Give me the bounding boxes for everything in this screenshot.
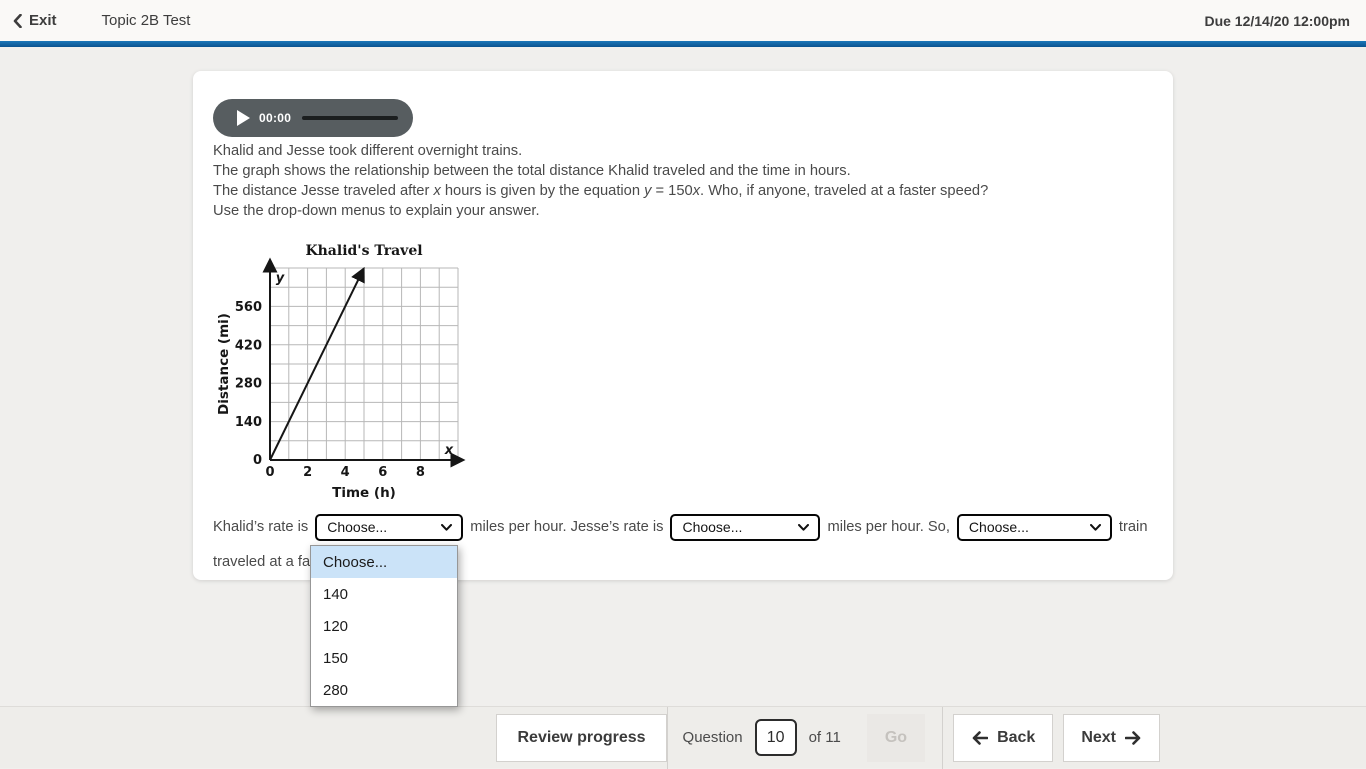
answer-sentence-line1: Khalid’s rate is Choose... miles per hou…	[213, 512, 1148, 542]
sentence-part1: Khalid’s rate is	[213, 519, 309, 535]
due-date: Due 12/14/20 12:00pm	[1204, 12, 1350, 29]
bottom-toolbar: Review progress Question of 11 Go Back N…	[0, 706, 1366, 769]
accent-bar	[0, 41, 1366, 47]
khalid-rate-select-value: Choose...	[327, 519, 388, 535]
back-label: Back	[997, 728, 1036, 746]
question-text-line: The graph shows the relationship between…	[213, 163, 851, 179]
sentence-part2: miles per hour. Jesse’s rate is	[470, 519, 664, 535]
answer-sentence-line2: traveled at a fa	[213, 554, 311, 570]
khalids-travel-graph: Khalid's Travel Time (h) Distance (mi) 0 2 4 6…	[216, 243, 466, 501]
svg-text:0: 0	[253, 453, 262, 468]
question-navigator: Question of 11 Go	[666, 706, 944, 769]
audio-elapsed-time: 00:00	[259, 111, 292, 125]
svg-text:6: 6	[378, 465, 387, 480]
sentence-part3: miles per hour. So,	[827, 519, 950, 535]
dropdown-option[interactable]: 140	[311, 578, 457, 610]
svg-text:x: x	[444, 443, 454, 458]
svg-text:140: 140	[235, 415, 262, 430]
question-card: 00:00 Khalid and Jesse took different ov…	[193, 71, 1173, 580]
svg-text:280: 280	[235, 377, 262, 392]
question-label: Question	[682, 729, 743, 746]
svg-text:y: y	[276, 271, 285, 286]
dropdown-option[interactable]: 120	[311, 610, 457, 642]
sentence-part4: train	[1118, 519, 1148, 535]
top-bar: Exit Topic 2B Test Due 12/14/20 12:00pm	[0, 0, 1366, 41]
whose-train-select[interactable]: Choose...	[956, 513, 1112, 541]
question-number-input[interactable]	[754, 719, 797, 756]
svg-text:Time (h): Time (h)	[332, 485, 396, 501]
question-text-line: Use the drop-down menus to explain your …	[213, 203, 540, 219]
play-button[interactable]	[237, 110, 250, 126]
audio-player: 00:00	[213, 99, 413, 137]
audio-seek-bar[interactable]	[302, 116, 399, 120]
question-text-line: Khalid and Jesse took different overnigh…	[213, 143, 523, 159]
exit-label: Exit	[29, 12, 57, 29]
next-label: Next	[1081, 728, 1116, 746]
svg-text:8: 8	[416, 465, 425, 480]
chevron-down-icon	[441, 523, 453, 531]
go-button[interactable]: Go	[866, 713, 926, 762]
svg-text:2: 2	[303, 465, 312, 480]
question-text-line: The distance Jesse traveled after x hour…	[213, 183, 989, 199]
svg-text:Distance (mi): Distance (mi)	[216, 313, 232, 415]
jesse-rate-select-value: Choose...	[682, 519, 743, 535]
next-button[interactable]: Next	[1063, 713, 1160, 762]
play-icon	[237, 110, 250, 126]
dropdown-option[interactable]: Choose...	[311, 546, 457, 578]
whose-train-select-value: Choose...	[968, 519, 1029, 535]
svg-text:560: 560	[235, 300, 262, 315]
dropdown-option[interactable]: 150	[311, 642, 457, 674]
khalid-rate-select[interactable]: Choose...	[315, 513, 464, 541]
chevron-down-icon	[1089, 523, 1101, 531]
review-progress-button[interactable]: Review progress	[496, 713, 667, 762]
svg-text:0: 0	[265, 465, 274, 480]
arrow-left-icon	[972, 730, 989, 745]
khalid-rate-dropdown-menu: Choose... 140 120 150 280	[310, 545, 458, 707]
page-title: Topic 2B Test	[101, 12, 191, 29]
svg-text:420: 420	[235, 338, 262, 353]
arrow-right-icon	[1125, 730, 1141, 745]
chevron-down-icon	[798, 523, 810, 531]
jesse-rate-select[interactable]: Choose...	[670, 513, 821, 541]
svg-text:Khalid's Travel: Khalid's Travel	[305, 243, 422, 259]
svg-text:4: 4	[341, 465, 350, 480]
back-chevron-icon	[13, 13, 22, 28]
exit-button[interactable]: Exit	[13, 12, 57, 29]
dropdown-option[interactable]: 280	[311, 674, 457, 706]
question-total-label: of 11	[808, 729, 841, 746]
back-button[interactable]: Back	[953, 713, 1054, 762]
question-text: Khalid and Jesse took different overnigh…	[213, 141, 988, 221]
